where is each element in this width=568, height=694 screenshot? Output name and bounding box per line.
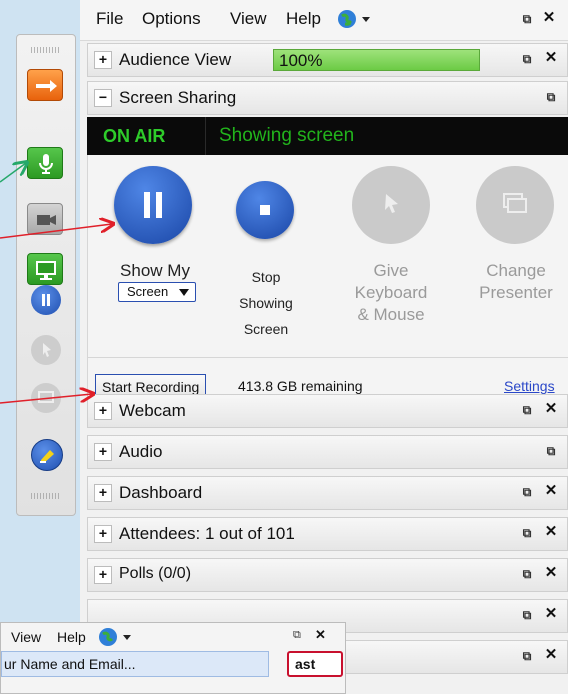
globe-icon [99,628,131,646]
globe-menu[interactable] [97,626,133,653]
red-arrow-pause [0,224,112,239]
popup-menu-help[interactable]: Help [57,629,86,645]
broadcast-button[interactable]: ast [287,651,343,677]
popup-menu-item[interactable]: ur Name and Email... [1,651,269,677]
green-arrow [0,163,26,183]
close-icon[interactable]: ✕ [315,627,326,643]
red-arrow-recording [0,394,92,404]
restore-icon[interactable]: ⧉ [293,629,301,642]
popup-menu-view[interactable]: View [11,629,41,645]
popup-menu-item-label: ur Name and Email... [4,656,136,672]
annotation-arrows [0,0,568,404]
popup-menu: View Help ⧉ ✕ ur Name and Email... ast [0,622,346,694]
